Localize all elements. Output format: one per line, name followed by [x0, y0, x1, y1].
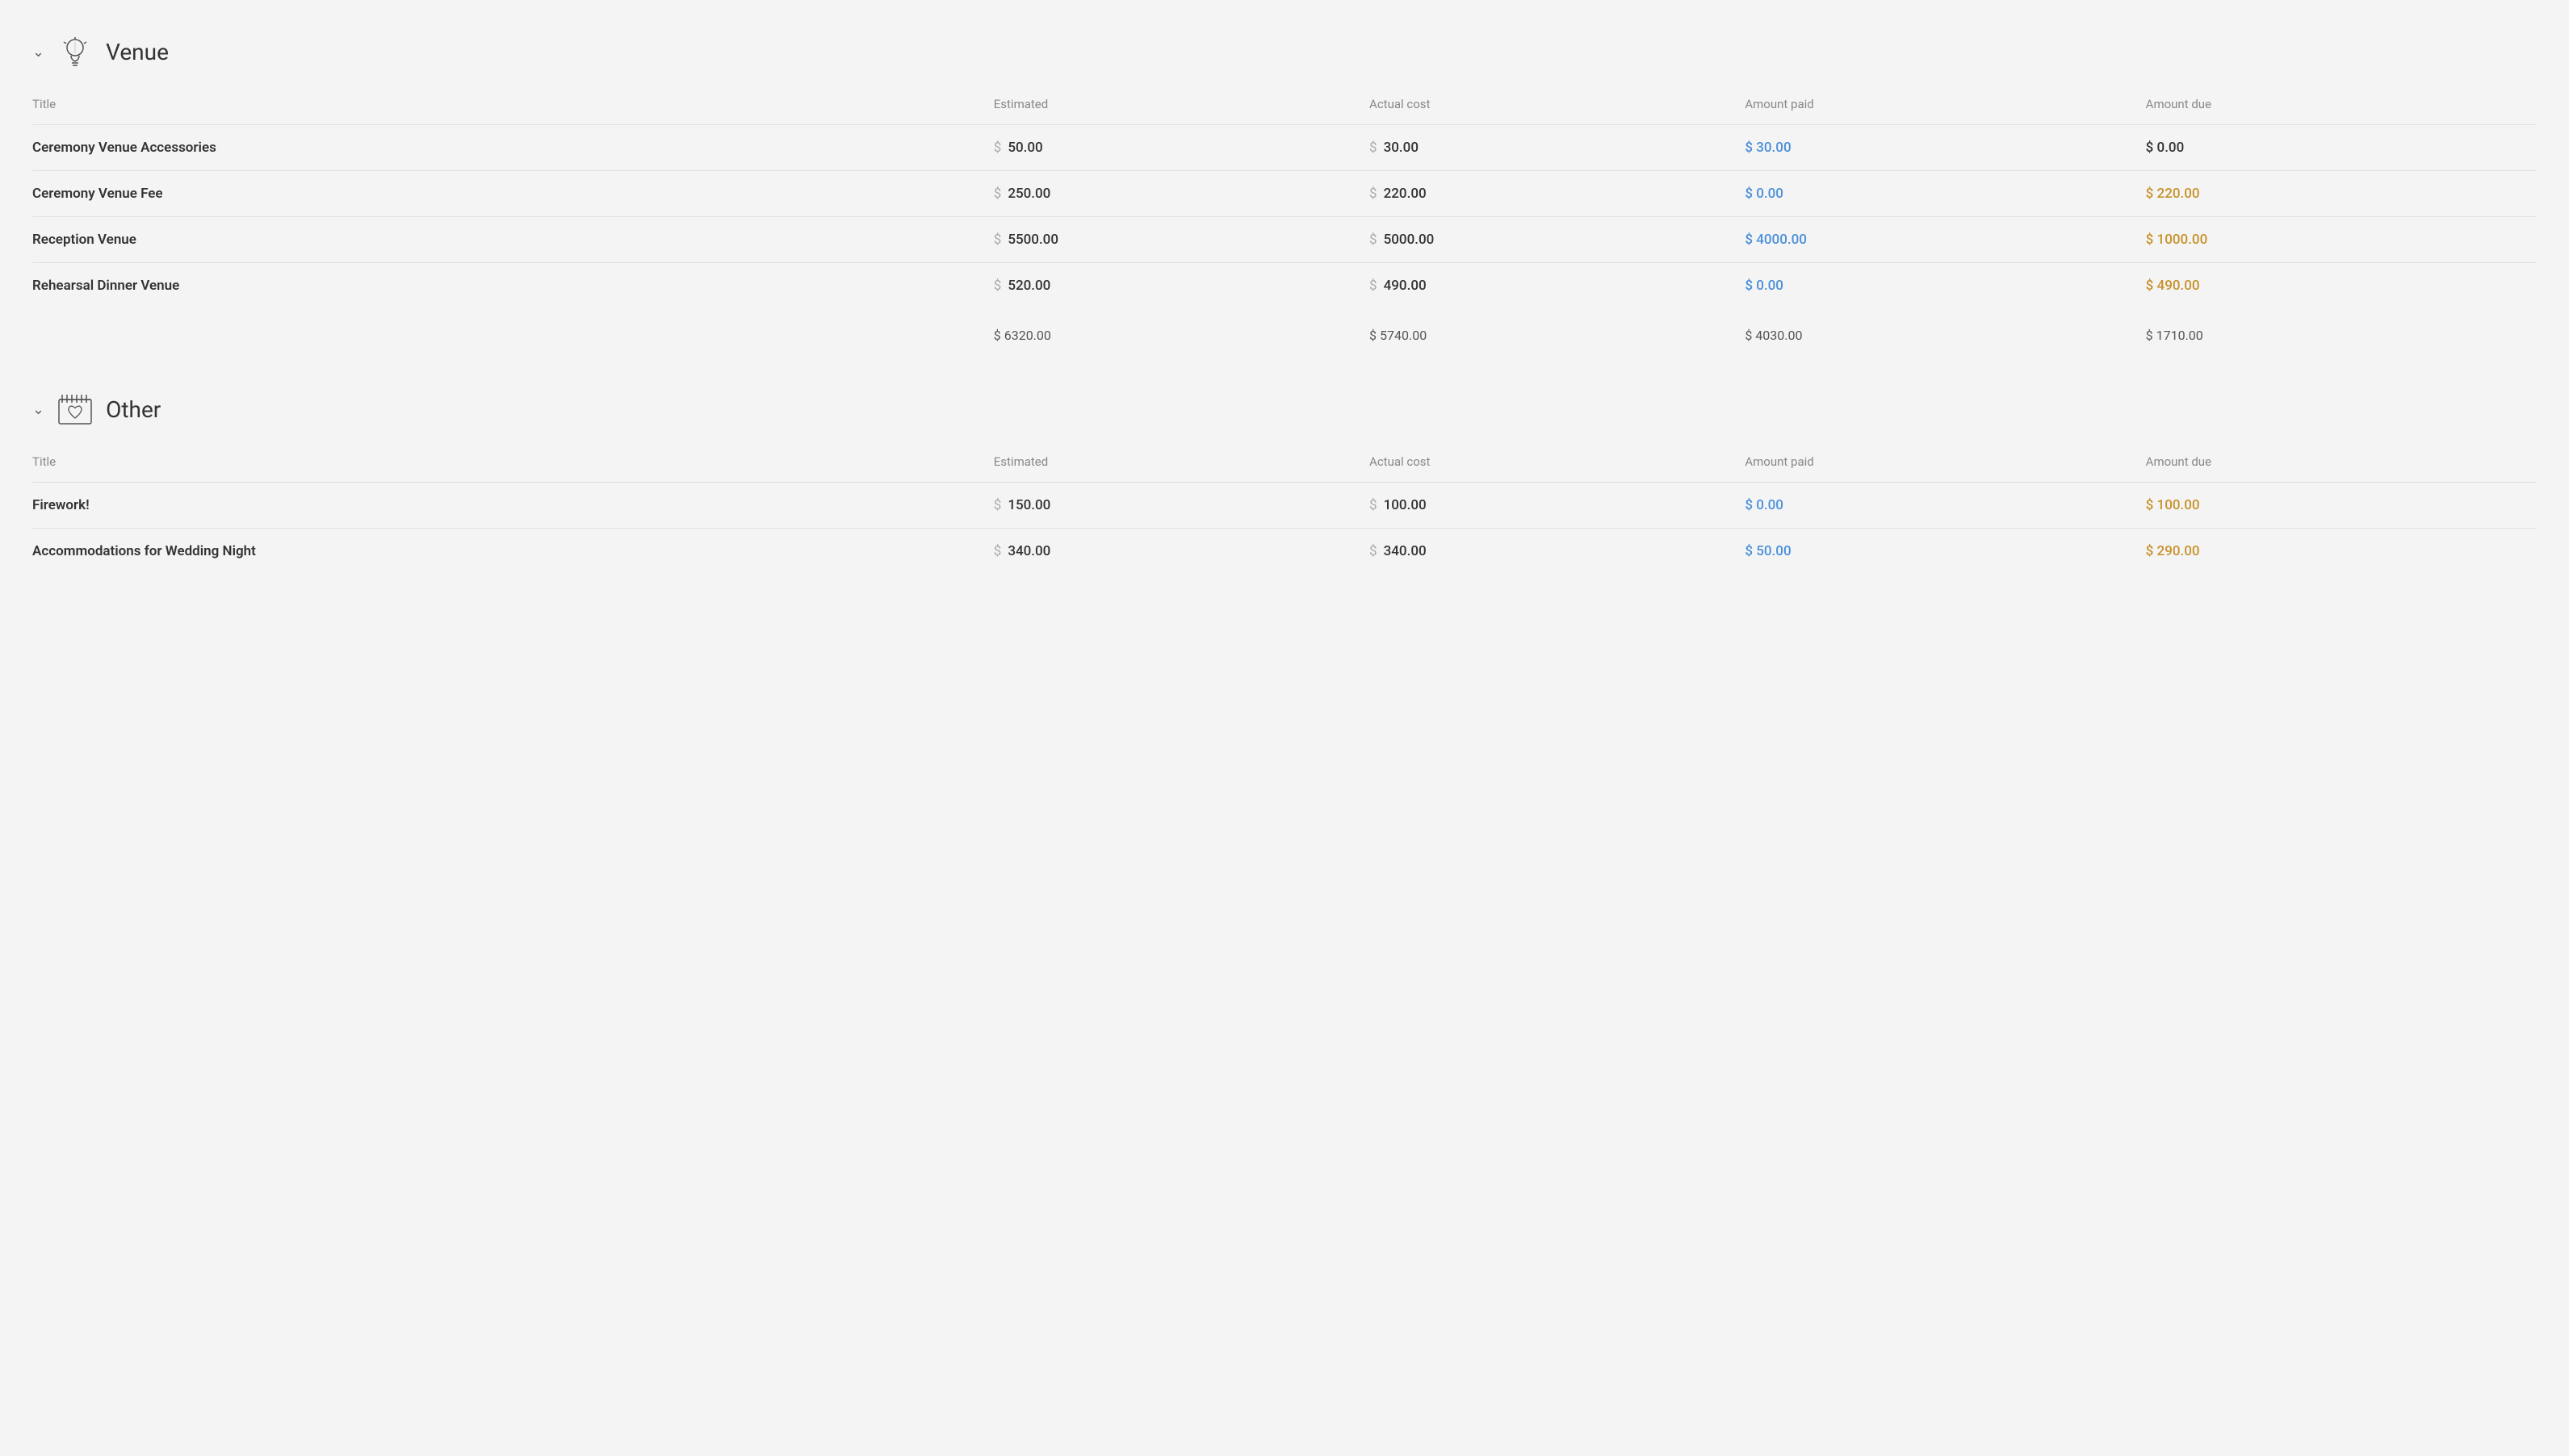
row-actual: $100.00	[1360, 483, 1735, 529]
budget-table-venue: TitleEstimatedActual costAmount paidAmou…	[32, 90, 2537, 358]
row-paid: $ 4000.00	[1735, 217, 2135, 263]
dollar-icon: $	[994, 186, 1002, 202]
row-title: Reception Venue	[32, 217, 984, 263]
row-actual: $340.00	[1360, 529, 1735, 575]
row-estimated: $150.00	[984, 483, 1360, 529]
bulb-icon	[56, 32, 94, 71]
row-paid: $ 0.00	[1735, 263, 2135, 309]
row-due: $ 100.00	[2136, 483, 2537, 529]
col-header-estimated: Estimated	[984, 448, 1360, 483]
col-header-actual: Actual cost	[1360, 90, 1735, 125]
col-header-estimated: Estimated	[984, 90, 1360, 125]
row-paid: $ 50.00	[1735, 529, 2135, 575]
table-row: Ceremony Venue Fee$250.00$220.00$ 0.00$ …	[32, 171, 2537, 217]
row-due: $ 490.00	[2136, 263, 2537, 309]
section-title-venue: Venue	[106, 39, 169, 65]
row-estimated: $5500.00	[984, 217, 1360, 263]
col-header-title: Title	[32, 448, 984, 483]
col-header-paid: Amount paid	[1735, 448, 2135, 483]
row-estimated: $50.00	[984, 125, 1360, 171]
row-paid: $ 0.00	[1735, 483, 2135, 529]
totals-empty-cell	[32, 308, 984, 358]
row-actual: $30.00	[1360, 125, 1735, 171]
col-header-title: Title	[32, 90, 984, 125]
section-title-other: Other	[106, 396, 161, 423]
row-estimated: $520.00	[984, 263, 1360, 309]
row-due: $ 0.00	[2136, 125, 2537, 171]
row-title: Ceremony Venue Fee	[32, 171, 984, 217]
dollar-icon: $	[1369, 232, 1377, 248]
row-due: $ 220.00	[2136, 171, 2537, 217]
row-actual: $220.00	[1360, 171, 1735, 217]
table-row: Firework!$150.00$100.00$ 0.00$ 100.00	[32, 483, 2537, 529]
row-estimated: $250.00	[984, 171, 1360, 217]
col-header-actual: Actual cost	[1360, 448, 1735, 483]
heart-box-icon	[56, 390, 94, 429]
section-venue: ⌄ Venue TitleEstimatedActual costAmount p…	[32, 32, 2537, 358]
dollar-icon: $	[1369, 497, 1377, 513]
dollar-icon: $	[1369, 543, 1377, 559]
row-title: Firework!	[32, 483, 984, 529]
row-paid: $ 30.00	[1735, 125, 2135, 171]
col-header-paid: Amount paid	[1735, 90, 2135, 125]
col-header-due: Amount due	[2136, 90, 2537, 125]
dollar-icon: $	[994, 497, 1002, 513]
dollar-icon: $	[994, 278, 1002, 294]
table-row: Rehearsal Dinner Venue$520.00$490.00$ 0.…	[32, 263, 2537, 309]
row-title: Ceremony Venue Accessories	[32, 125, 984, 171]
dollar-icon: $	[1369, 186, 1377, 202]
dollar-icon: $	[994, 543, 1002, 559]
table-row: Reception Venue$5500.00$5000.00$ 4000.00…	[32, 217, 2537, 263]
row-due: $ 290.00	[2136, 529, 2537, 575]
row-estimated: $340.00	[984, 529, 1360, 575]
totals-paid: $ 4030.00	[1735, 308, 2135, 358]
budget-table-other: TitleEstimatedActual costAmount paidAmou…	[32, 448, 2537, 574]
dollar-icon: $	[994, 140, 1002, 156]
section-other: ⌄ Other TitleEstimatedActual costAmount p…	[32, 390, 2537, 574]
row-paid: $ 0.00	[1735, 171, 2135, 217]
row-actual: $490.00	[1360, 263, 1735, 309]
row-actual: $5000.00	[1360, 217, 1735, 263]
chevron-other[interactable]: ⌄	[32, 401, 44, 418]
chevron-venue[interactable]: ⌄	[32, 44, 44, 61]
table-row: Accommodations for Wedding Night$340.00$…	[32, 529, 2537, 575]
col-header-due: Amount due	[2136, 448, 2537, 483]
dollar-icon: $	[994, 232, 1002, 248]
totals-row: $ 6320.00$ 5740.00$ 4030.00$ 1710.00	[32, 308, 2537, 358]
row-due: $ 1000.00	[2136, 217, 2537, 263]
totals-estimated: $ 6320.00	[984, 308, 1360, 358]
row-title: Accommodations for Wedding Night	[32, 529, 984, 575]
totals-actual: $ 5740.00	[1360, 308, 1735, 358]
dollar-icon: $	[1369, 278, 1377, 294]
row-title: Rehearsal Dinner Venue	[32, 263, 984, 309]
totals-due: $ 1710.00	[2136, 308, 2537, 358]
table-row: Ceremony Venue Accessories$50.00$30.00$ …	[32, 125, 2537, 171]
dollar-icon: $	[1369, 140, 1377, 156]
